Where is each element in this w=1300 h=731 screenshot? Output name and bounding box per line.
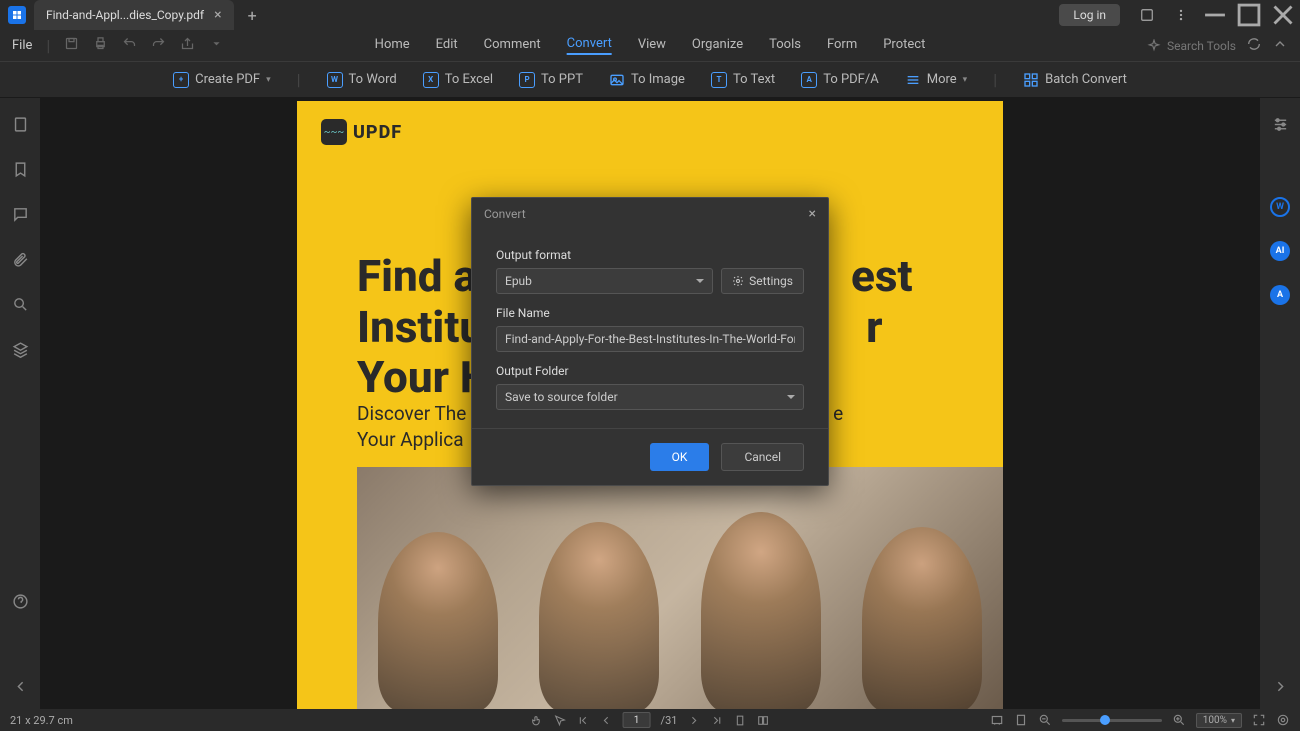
convert-dialog: Convert × Output format Epub Settings Fi…	[471, 197, 829, 486]
settings-button[interactable]: Settings	[721, 268, 804, 294]
modal-overlay: Convert × Output format Epub Settings Fi…	[0, 0, 1300, 731]
output-folder-label: Output Folder	[496, 364, 804, 378]
cancel-button[interactable]: Cancel	[721, 443, 804, 471]
output-folder-select[interactable]: Save to source folder	[496, 384, 804, 410]
output-format-select[interactable]: Epub	[496, 268, 713, 294]
file-name-input[interactable]	[496, 326, 804, 352]
file-name-label: File Name	[496, 306, 804, 320]
output-format-label: Output format	[496, 248, 804, 262]
gear-icon	[732, 275, 744, 287]
ok-button[interactable]: OK	[650, 443, 710, 471]
dialog-title: Convert	[484, 207, 526, 221]
dialog-close-icon[interactable]: ×	[809, 206, 816, 222]
